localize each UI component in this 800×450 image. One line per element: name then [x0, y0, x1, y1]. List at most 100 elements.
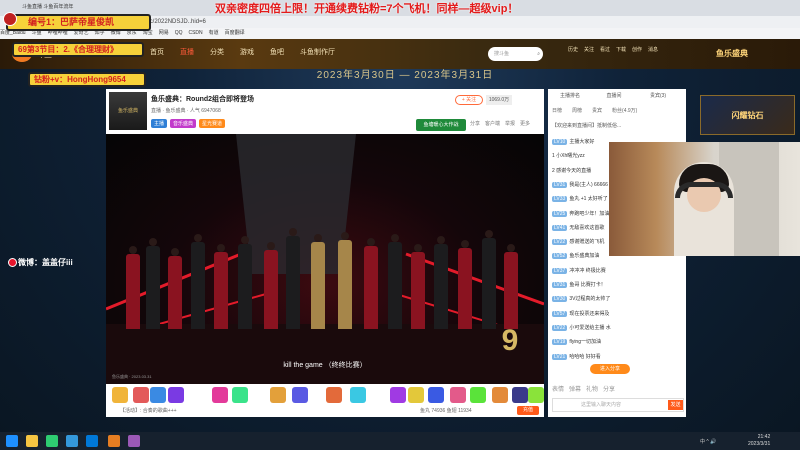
chat-tool-icon[interactable]: 分享 [603, 387, 615, 393]
bookmark-item[interactable]: CSDN [188, 28, 202, 39]
dancer-figure [411, 252, 425, 329]
gift-icon[interactable] [133, 387, 149, 403]
dancer-head [241, 236, 249, 244]
bookmark-item[interactable]: 有道 [209, 28, 219, 39]
send-button[interactable]: 发送 [668, 400, 683, 410]
header-icon[interactable]: 下载 [613, 46, 629, 53]
event-action-button[interactable]: 鱼塘暖心大作战 [416, 119, 466, 131]
room-thumbnail[interactable]: 鱼乐盛典 [109, 92, 147, 130]
room-control-icon[interactable]: 更多 [520, 121, 530, 127]
user-level-badge: LV21 [552, 353, 568, 360]
currency-balance: 鱼丸 74936 鱼翅 11934 [420, 408, 472, 414]
event-badge[interactable]: 鱼乐盛典 [702, 42, 762, 66]
video-player[interactable]: 9 kill the game （终终比赛） 鱼乐盛典 · 2023.03.31 [106, 134, 544, 384]
nav-item[interactable]: 斗鱼制作厅 [300, 49, 335, 56]
bookmark-item[interactable]: QQ [175, 28, 183, 39]
room-control-icon[interactable]: 举报 [505, 121, 515, 127]
search-input[interactable]: 搜斗鱼 ⌕ [488, 47, 543, 61]
rank-tab[interactable]: 粉丝(4.9万) [612, 108, 637, 114]
nav-item[interactable]: 鱼吧 [270, 49, 284, 56]
system-tray[interactable]: 中 ^ 🔊 [700, 438, 716, 445]
bookmark-item[interactable]: 百度翻译 [225, 28, 245, 39]
date-banner: 2023年3月30日 — 2023年3月31日 [316, 70, 494, 81]
gift-icon[interactable] [212, 387, 228, 403]
headphones-icon [675, 182, 733, 198]
chat-toolbar: 表情 弹幕 礼物 分享 [552, 384, 620, 393]
taskbar-clock[interactable]: 21:42 2023/3/31 [748, 434, 770, 448]
chat-tool-icon[interactable]: 礼物 [586, 387, 598, 393]
header-icon[interactable]: 关注 [581, 46, 597, 53]
dancer-head [171, 248, 179, 256]
enter-share-button[interactable]: 进入分享 [590, 364, 630, 374]
user-level-badge: LV52 [552, 253, 568, 260]
gift-icon[interactable] [292, 387, 308, 403]
chat-tab[interactable]: 直播间 [592, 92, 636, 99]
nav-item[interactable]: 游戏 [240, 49, 254, 56]
room-tag[interactable]: 音乐盛典 [170, 119, 197, 128]
chat-tabs: 主播排名 直播间 贵宾(3) [548, 92, 686, 99]
taskbar-app-icon[interactable] [128, 435, 140, 447]
gift-icon[interactable] [112, 387, 128, 403]
gift-icon[interactable] [390, 387, 406, 403]
rank-tab[interactable]: 周榜 [572, 108, 582, 114]
rank-tab[interactable]: 贵宾 [592, 108, 602, 114]
recharge-button[interactable]: 充值 [517, 406, 539, 415]
search-icon[interactable]: ⌕ [537, 47, 540, 61]
gift-icon[interactable] [450, 387, 466, 403]
promo-banner[interactable]: 闪耀钻石 [700, 95, 795, 135]
overlay-label-2: 69第3节目：2.《合理理财》 [12, 42, 144, 57]
dancer-figure [191, 242, 205, 329]
dancer-figure [264, 250, 278, 329]
taskbar-app-icon[interactable] [6, 435, 18, 447]
chat-message: LV19 flying一切加油 [552, 338, 684, 346]
header-icon[interactable]: 历史 [565, 46, 581, 53]
chat-input[interactable]: 这里输入聊天内容 [552, 398, 684, 412]
header-icon[interactable]: 消息 [645, 46, 661, 53]
taskbar-app-icon[interactable] [108, 435, 120, 447]
gift-icon[interactable] [168, 387, 184, 403]
nav-item[interactable]: 首页 [150, 49, 164, 56]
follow-button[interactable]: + 关注 [455, 95, 483, 105]
taskbar-app-icon[interactable] [86, 435, 98, 447]
gift-icon[interactable] [150, 387, 166, 403]
room-tag[interactable]: 主播 [151, 119, 168, 128]
gift-icon[interactable] [326, 387, 342, 403]
chat-tab[interactable]: 贵宾(3) [636, 92, 680, 99]
browser-tab-title[interactable]: 斗鱼直播 斗鱼百年流年 [22, 3, 73, 10]
rank-tab[interactable]: 日榜 [552, 108, 562, 114]
nav-item[interactable]: 分类 [210, 49, 224, 56]
overlay-label-3: 钻粉+v：HongHong9654 [28, 72, 146, 87]
chat-tab[interactable]: 主播排名 [548, 92, 592, 99]
chat-message: LV57 现在投票还来得及 [552, 310, 684, 317]
gift-icon[interactable] [470, 387, 486, 403]
gift-icon[interactable] [232, 387, 248, 403]
nav-item[interactable]: 直播 [180, 49, 194, 56]
chat-tool-icon[interactable]: 表情 [552, 387, 564, 393]
gift-icon[interactable] [350, 387, 366, 403]
follower-count: 1069.0万 [486, 95, 512, 105]
room-tags: 主播 音乐盛典 星光赛道 [151, 119, 228, 128]
room-control-icon[interactable]: 分享 [470, 121, 480, 127]
gift-icon[interactable] [512, 387, 528, 403]
bookmark-item[interactable]: 网易 [159, 28, 169, 39]
taskbar-app-icon[interactable] [26, 435, 38, 447]
taskbar-app-icon[interactable] [66, 435, 78, 447]
dancer-figure [214, 252, 228, 329]
gift-icon[interactable] [428, 387, 444, 403]
dancer-figure [458, 248, 472, 329]
header-icon[interactable]: 看过 [597, 46, 613, 53]
room-tag[interactable]: 星光赛道 [199, 119, 226, 128]
gift-icon[interactable] [270, 387, 286, 403]
gift-icon[interactable] [408, 387, 424, 403]
dancer-head [367, 238, 375, 246]
chat-tool-icon[interactable]: 弹幕 [569, 387, 581, 393]
gift-icon[interactable] [528, 387, 544, 403]
chat-message: LV37 冲冲冲 终极比赛 [552, 267, 684, 274]
dancer-head [414, 244, 422, 252]
room-control-icon[interactable]: 客户端 [485, 121, 500, 127]
header-icon[interactable]: 创作 [629, 46, 645, 53]
gift-icon[interactable] [492, 387, 508, 403]
overlay-label-1: 编号1：巴萨帝星俊凯 [6, 14, 151, 31]
dancer-figure [126, 254, 140, 329]
taskbar-app-icon[interactable] [46, 435, 58, 447]
